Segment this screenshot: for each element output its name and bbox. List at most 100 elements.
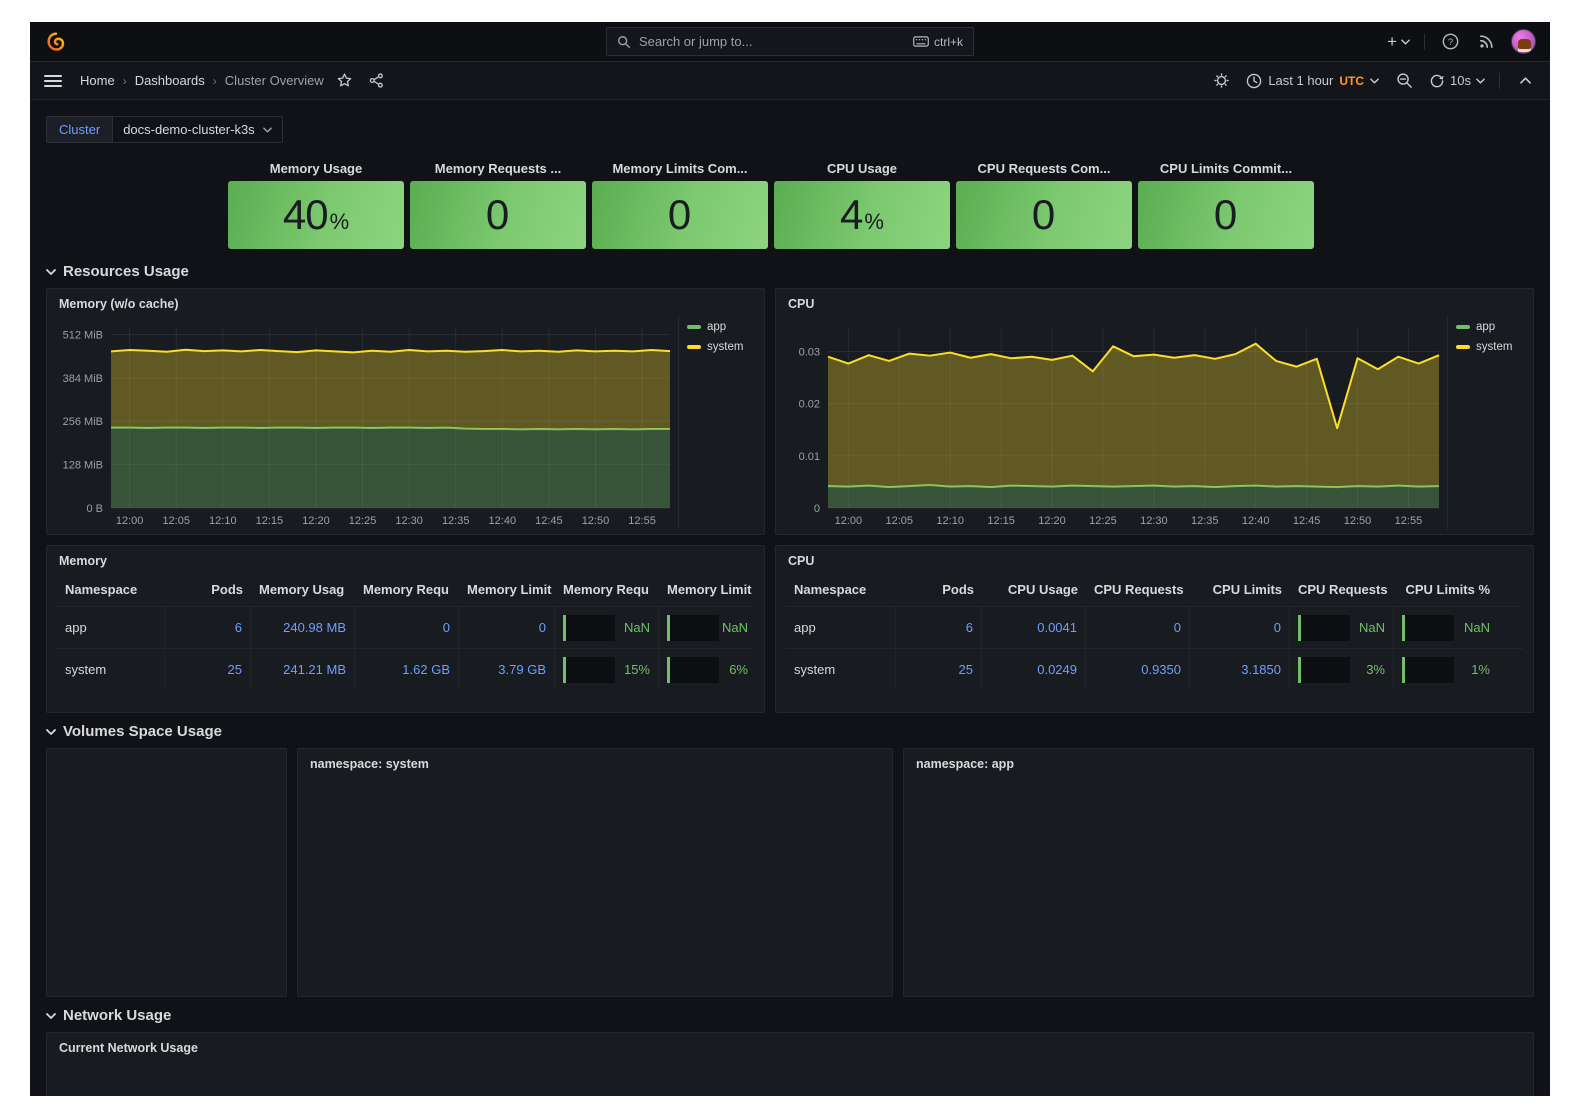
memory-table: NamespacePodsMemory UsagMemory RequMemor… — [47, 572, 764, 712]
column-header[interactable]: Namespace — [57, 582, 165, 597]
gauge-value: NaN — [1350, 620, 1385, 635]
dashboard-settings-button[interactable] — [1210, 70, 1232, 92]
column-header[interactable]: CPU Limits % — [1394, 582, 1498, 597]
share-button[interactable] — [366, 70, 388, 92]
stat-panels-row: Memory Usage40%Memory Requests ...0Memor… — [228, 159, 1534, 249]
legend-swatch — [1456, 345, 1470, 349]
search-input[interactable]: Search or jump to... ctrl+k — [606, 27, 974, 56]
panel-volumes-empty — [46, 748, 287, 997]
stat-value: 0 — [668, 191, 690, 239]
stat-unit: % — [864, 209, 884, 235]
stat-title[interactable]: Memory Usage — [228, 159, 404, 181]
value-cell: 3.1850 — [1190, 649, 1290, 690]
star-icon — [336, 72, 353, 89]
panel-title[interactable]: CPU — [776, 289, 1533, 315]
legend-item-system[interactable]: system — [1456, 341, 1529, 353]
stat-title[interactable]: CPU Requests Com... — [956, 159, 1132, 181]
value-cell: 0.0249 — [982, 649, 1086, 690]
legend-label: system — [1476, 341, 1512, 353]
legend-item-system[interactable]: system — [687, 341, 760, 353]
column-header[interactable]: Memory Limit — [659, 582, 756, 597]
svg-text:12:55: 12:55 — [1395, 515, 1423, 527]
stat-title[interactable]: CPU Usage — [774, 159, 950, 181]
new-button[interactable]: + — [1387, 33, 1410, 50]
grafana-app: Search or jump to... ctrl+k + ? — [30, 22, 1550, 1096]
clock-icon — [1246, 73, 1262, 89]
stat-value: 0 — [1032, 191, 1054, 239]
help-button[interactable]: ? — [1439, 31, 1461, 53]
chevron-down-icon — [263, 127, 272, 133]
svg-text:12:20: 12:20 — [1038, 515, 1066, 527]
column-header[interactable]: Memory Usag — [251, 582, 355, 597]
gear-icon — [1213, 72, 1230, 89]
column-header[interactable]: Memory Requ — [555, 582, 659, 597]
column-header[interactable]: Pods — [165, 582, 251, 597]
column-header[interactable]: Memory Limit — [459, 582, 555, 597]
zoom-out-button[interactable] — [1393, 70, 1415, 92]
panel-title[interactable]: Memory (w/o cache) — [47, 289, 764, 315]
value-cell: 241.21 MB — [251, 649, 355, 690]
stat-title[interactable]: CPU Limits Commit... — [1138, 159, 1314, 181]
refresh-picker[interactable]: 10s — [1429, 73, 1485, 89]
cpu-area-chart[interactable]: 12:0012:0512:1012:1512:2012:2512:3012:35… — [782, 315, 1447, 530]
value-cell: 0 — [459, 607, 555, 648]
stat-title[interactable]: Memory Limits Com... — [592, 159, 768, 181]
favorite-button[interactable] — [334, 70, 356, 92]
svg-text:12:50: 12:50 — [582, 515, 610, 527]
svg-text:0 B: 0 B — [86, 503, 103, 515]
gauge-track — [563, 657, 615, 683]
column-header[interactable]: Namespace — [786, 582, 896, 597]
svg-text:12:25: 12:25 — [349, 515, 377, 527]
breadcrumb-home[interactable]: Home — [80, 73, 115, 88]
section-network-usage[interactable]: Network Usage — [46, 1007, 1534, 1024]
column-header[interactable]: CPU Requests — [1290, 582, 1394, 597]
memory-area-chart[interactable]: 12:0012:0512:1012:1512:2012:2512:3012:35… — [53, 315, 678, 530]
zoom-out-icon — [1396, 72, 1413, 89]
stat-title[interactable]: Memory Requests ... — [410, 159, 586, 181]
stat-panel: CPU Usage4% — [774, 159, 950, 249]
value-cell: 6 — [896, 607, 982, 648]
variable-label[interactable]: Cluster — [46, 116, 112, 143]
legend-item-app[interactable]: app — [687, 321, 760, 333]
chart-legend: app system — [1447, 315, 1529, 530]
chart-legend: app system — [678, 315, 760, 530]
menu-icon[interactable] — [44, 73, 62, 89]
chevron-right-icon: › — [123, 74, 127, 88]
column-header[interactable]: CPU Limits — [1190, 582, 1290, 597]
news-button[interactable] — [1475, 31, 1497, 53]
panel-title[interactable]: Memory — [47, 546, 764, 572]
user-avatar[interactable] — [1511, 29, 1536, 54]
legend-item-app[interactable]: app — [1456, 321, 1529, 333]
divider — [1424, 34, 1425, 50]
svg-text:12:20: 12:20 — [302, 515, 330, 527]
gauge-bar — [563, 657, 566, 683]
column-header[interactable]: CPU Usage — [982, 582, 1086, 597]
panel-title[interactable]: Current Network Usage — [47, 1033, 1533, 1059]
value-cell: 3.79 GB — [459, 649, 555, 690]
svg-text:256 MiB: 256 MiB — [63, 416, 103, 428]
section-resources-usage[interactable]: Resources Usage — [46, 263, 1534, 280]
svg-text:12:55: 12:55 — [628, 515, 656, 527]
column-header[interactable]: Memory Requ — [355, 582, 459, 597]
breadcrumb-dashboards[interactable]: Dashboards — [135, 73, 205, 88]
collapse-toolbar-button[interactable] — [1514, 70, 1536, 92]
panel-title[interactable]: namespace: app — [904, 749, 1533, 775]
variable-value-dropdown[interactable]: docs-demo-cluster-k3s — [112, 116, 283, 143]
legend-label: app — [707, 321, 726, 333]
time-range-picker[interactable]: Last 1 hour UTC — [1246, 73, 1379, 89]
stat-value: 0 — [486, 191, 508, 239]
divider — [1499, 73, 1500, 89]
svg-text:?: ? — [1447, 37, 1452, 48]
panel-title[interactable]: namespace: system — [298, 749, 892, 775]
gauge-cell: 15% — [555, 649, 659, 690]
section-volumes-space-usage[interactable]: Volumes Space Usage — [46, 723, 1534, 740]
column-header[interactable]: Pods — [896, 582, 982, 597]
grafana-logo-icon[interactable] — [44, 30, 68, 54]
panel-title[interactable]: CPU — [776, 546, 1533, 572]
gauge-cell: NaN — [1394, 607, 1498, 648]
value-cell: 0 — [1086, 607, 1190, 648]
dashboard-canvas: Cluster docs-demo-cluster-k3s Memory Usa… — [30, 100, 1550, 1096]
breadcrumb: Home › Dashboards › Cluster Overview — [80, 73, 324, 88]
rss-icon — [1478, 33, 1495, 50]
column-header[interactable]: CPU Requests — [1086, 582, 1190, 597]
